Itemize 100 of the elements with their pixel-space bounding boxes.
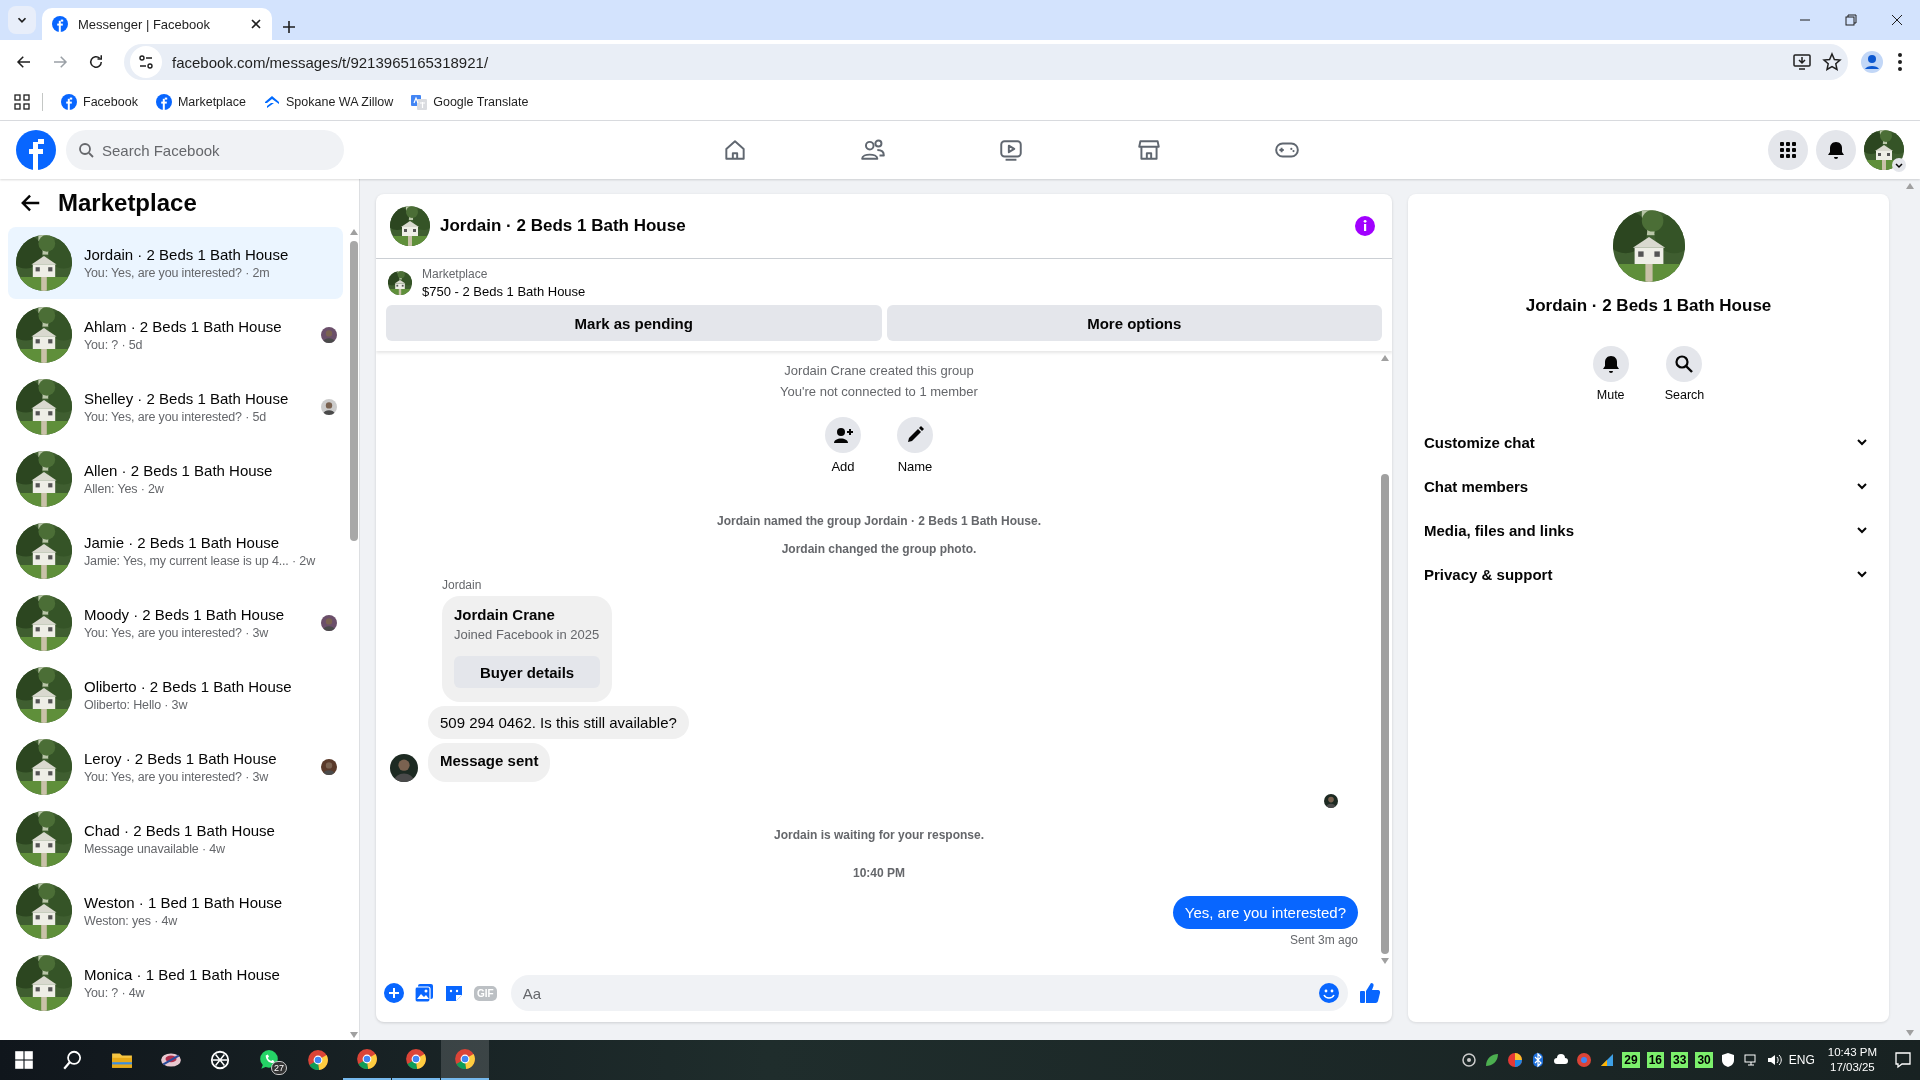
back-arrow-icon[interactable]: [20, 192, 42, 214]
notifications-button[interactable]: [1816, 130, 1856, 170]
circle-icon[interactable]: [1461, 1052, 1478, 1068]
clock-time: 10:43 PM: [1827, 1045, 1877, 1060]
sticker-icon[interactable]: [444, 983, 464, 1003]
action-button[interactable]: More options: [886, 305, 1382, 341]
notification-icon[interactable]: [1894, 1051, 1912, 1069]
home-icon[interactable]: [722, 137, 748, 163]
speaker-icon[interactable]: [1765, 1052, 1782, 1068]
bookmark[interactable]: Marketplace: [149, 90, 252, 114]
address-bar[interactable]: facebook.com/messages/t/9213965165318921/: [124, 44, 1848, 80]
browser-icon: [356, 1048, 378, 1070]
photo-icon[interactable]: [414, 983, 434, 1003]
search-icon: [62, 1049, 84, 1071]
add-person-icon: [833, 425, 853, 445]
conversation-item[interactable]: Moody · 2 Beds 1 Bath House You: Yes, are you interested? · 3w: [8, 587, 343, 659]
browser-tab[interactable]: Messenger | Facebook: [42, 8, 272, 40]
thumbs-up-icon[interactable]: [1358, 981, 1382, 1005]
info-icon[interactable]: [1354, 215, 1376, 237]
profile-icon[interactable]: [1860, 50, 1884, 74]
back-icon[interactable]: [15, 53, 33, 71]
search-icon: [78, 142, 94, 158]
network-icon[interactable]: [1742, 1052, 1759, 1068]
conversation-item[interactable]: Allen · 2 Beds 1 Bath House Allen: Yes · 2w: [8, 443, 343, 515]
scroll-up-icon[interactable]: [1381, 355, 1389, 361]
message-field[interactable]: Aa: [510, 975, 1348, 1011]
bookmark[interactable]: Google Translate: [405, 90, 535, 114]
message-preview: Weston: yes · 4w: [84, 914, 179, 928]
scroll-up-icon[interactable]: [350, 229, 358, 235]
buyer-details-button[interactable]: Buyer details: [454, 656, 601, 688]
friends-icon[interactable]: [860, 137, 886, 163]
conversation-item[interactable]: Ahlam · 2 Beds 1 Bath House You: ? · 5d: [8, 299, 343, 371]
section-row[interactable]: Chat members: [1416, 464, 1881, 508]
shield-icon[interactable]: [1719, 1052, 1736, 1068]
chevron-down-icon: [1892, 158, 1906, 172]
pie-icon[interactable]: [1507, 1052, 1524, 1068]
message-preview: You: ? · 4w: [84, 986, 146, 1000]
conversation-item[interactable]: Jordain · 2 Beds 1 Bath House You: Yes, are you interested? · 2m: [8, 227, 343, 299]
conversation-name: Allen · 2 Beds 1 Bath House: [84, 462, 274, 479]
listing-label: Marketplace: [422, 267, 489, 281]
browser-icon[interactable]: [1576, 1052, 1593, 1068]
install-icon[interactable]: [1792, 52, 1812, 72]
profile-button[interactable]: [1864, 130, 1904, 170]
conversation-item[interactable]: Weston · 1 Bed 1 Bath House Weston: yes · 4w: [8, 875, 343, 947]
message-bubble: Message sent: [428, 743, 551, 782]
search-field[interactable]: Search Facebook: [66, 130, 344, 170]
windows-logo-icon: [13, 1049, 35, 1071]
conversation-item[interactable]: Leroy · 2 Beds 1 Bath House You: Yes, are you interested? · 3w: [8, 731, 343, 803]
video-icon[interactable]: [998, 137, 1024, 163]
message-preview: You: Yes, are you interested? · 3w: [84, 770, 270, 784]
tab-list-button[interactable]: [8, 6, 36, 34]
system-message: You're not connected to 1 member: [780, 384, 978, 399]
conversation-name: Ahlam · 2 Beds 1 Bath House: [84, 318, 283, 335]
listing-title: $750 - 2 Beds 1 Bath House: [422, 284, 586, 299]
star-icon[interactable]: [1822, 52, 1842, 72]
signal-icon[interactable]: [1599, 1052, 1616, 1068]
conversation-item[interactable]: Monica · 1 Bed 1 Bath House You: ? · 4w: [8, 947, 343, 1019]
section-row[interactable]: Customize chat: [1416, 420, 1881, 464]
bell-icon: [1826, 140, 1846, 160]
conversation-name: Jordain · 2 Beds 1 Bath House: [84, 246, 290, 263]
language-indicator[interactable]: ENG: [1788, 1053, 1815, 1067]
emoji-icon[interactable]: [1318, 982, 1340, 1004]
leaf-icon[interactable]: [1484, 1052, 1501, 1068]
taskbar-button[interactable]: [441, 1040, 489, 1080]
scrollbar-thumb[interactable]: [350, 241, 358, 541]
sidebar-title: Marketplace: [58, 189, 197, 217]
message-preview: Oliberto: Hello · 3w: [84, 698, 189, 712]
plus-icon[interactable]: [282, 20, 296, 34]
browser-icon: [405, 1048, 427, 1070]
conversation-item[interactable]: Shelley · 2 Beds 1 Bath House You: Yes, are you interested? · 5d: [8, 371, 343, 443]
section-row[interactable]: Privacy & support: [1416, 552, 1881, 596]
conversation-item[interactable]: Oliberto · 2 Beds 1 Bath House Oliberto: Hello · 3w: [8, 659, 343, 731]
counter-label: 30: [1695, 1052, 1713, 1068]
menu-button[interactable]: [1768, 130, 1808, 170]
forward-icon[interactable]: [51, 53, 69, 71]
action-button[interactable]: Mark as pending: [386, 305, 882, 341]
scroll-down-icon[interactable]: [1381, 958, 1389, 964]
conversation-item[interactable]: Chad · 2 Beds 1 Bath House Message unavailable · 4w: [8, 803, 343, 875]
message-preview: Message unavailable · 4w: [84, 842, 226, 856]
close-icon[interactable]: [250, 18, 262, 30]
taskbar-button[interactable]: 27: [245, 1040, 293, 1080]
conversation-name: Jamie · 2 Beds 1 Bath House: [84, 534, 281, 551]
message-preview: You: Yes, are you interested? · 5d: [84, 410, 268, 424]
section-row[interactable]: Media, files and links: [1416, 508, 1881, 552]
bookmark[interactable]: Facebook: [55, 90, 144, 114]
conversation-item[interactable]: Jamie · 2 Beds 1 Bath House Jamie: Yes, my current lease is up 4... · 2w: [8, 515, 343, 587]
site-settings-button[interactable]: [130, 46, 162, 78]
favicon-icon: [52, 16, 68, 32]
store-icon[interactable]: [1136, 137, 1162, 163]
scroll-down-icon[interactable]: [350, 1032, 358, 1038]
apps-icon[interactable]: [14, 94, 30, 110]
plus-circle-icon[interactable]: [384, 983, 404, 1003]
scrollbar-thumb[interactable]: [1381, 474, 1389, 954]
bookmark[interactable]: Spokane WA Zillow: [258, 90, 400, 114]
message-preview: You: Yes, are you interested? · 3w: [84, 626, 270, 640]
reload-icon[interactable]: [87, 53, 105, 71]
clock[interactable]: 10:43 PM 17/03/25: [1827, 1045, 1877, 1075]
logo-icon: [155, 94, 172, 110]
counter-label: 33: [1671, 1052, 1689, 1068]
bell-icon: [1600, 354, 1621, 374]
